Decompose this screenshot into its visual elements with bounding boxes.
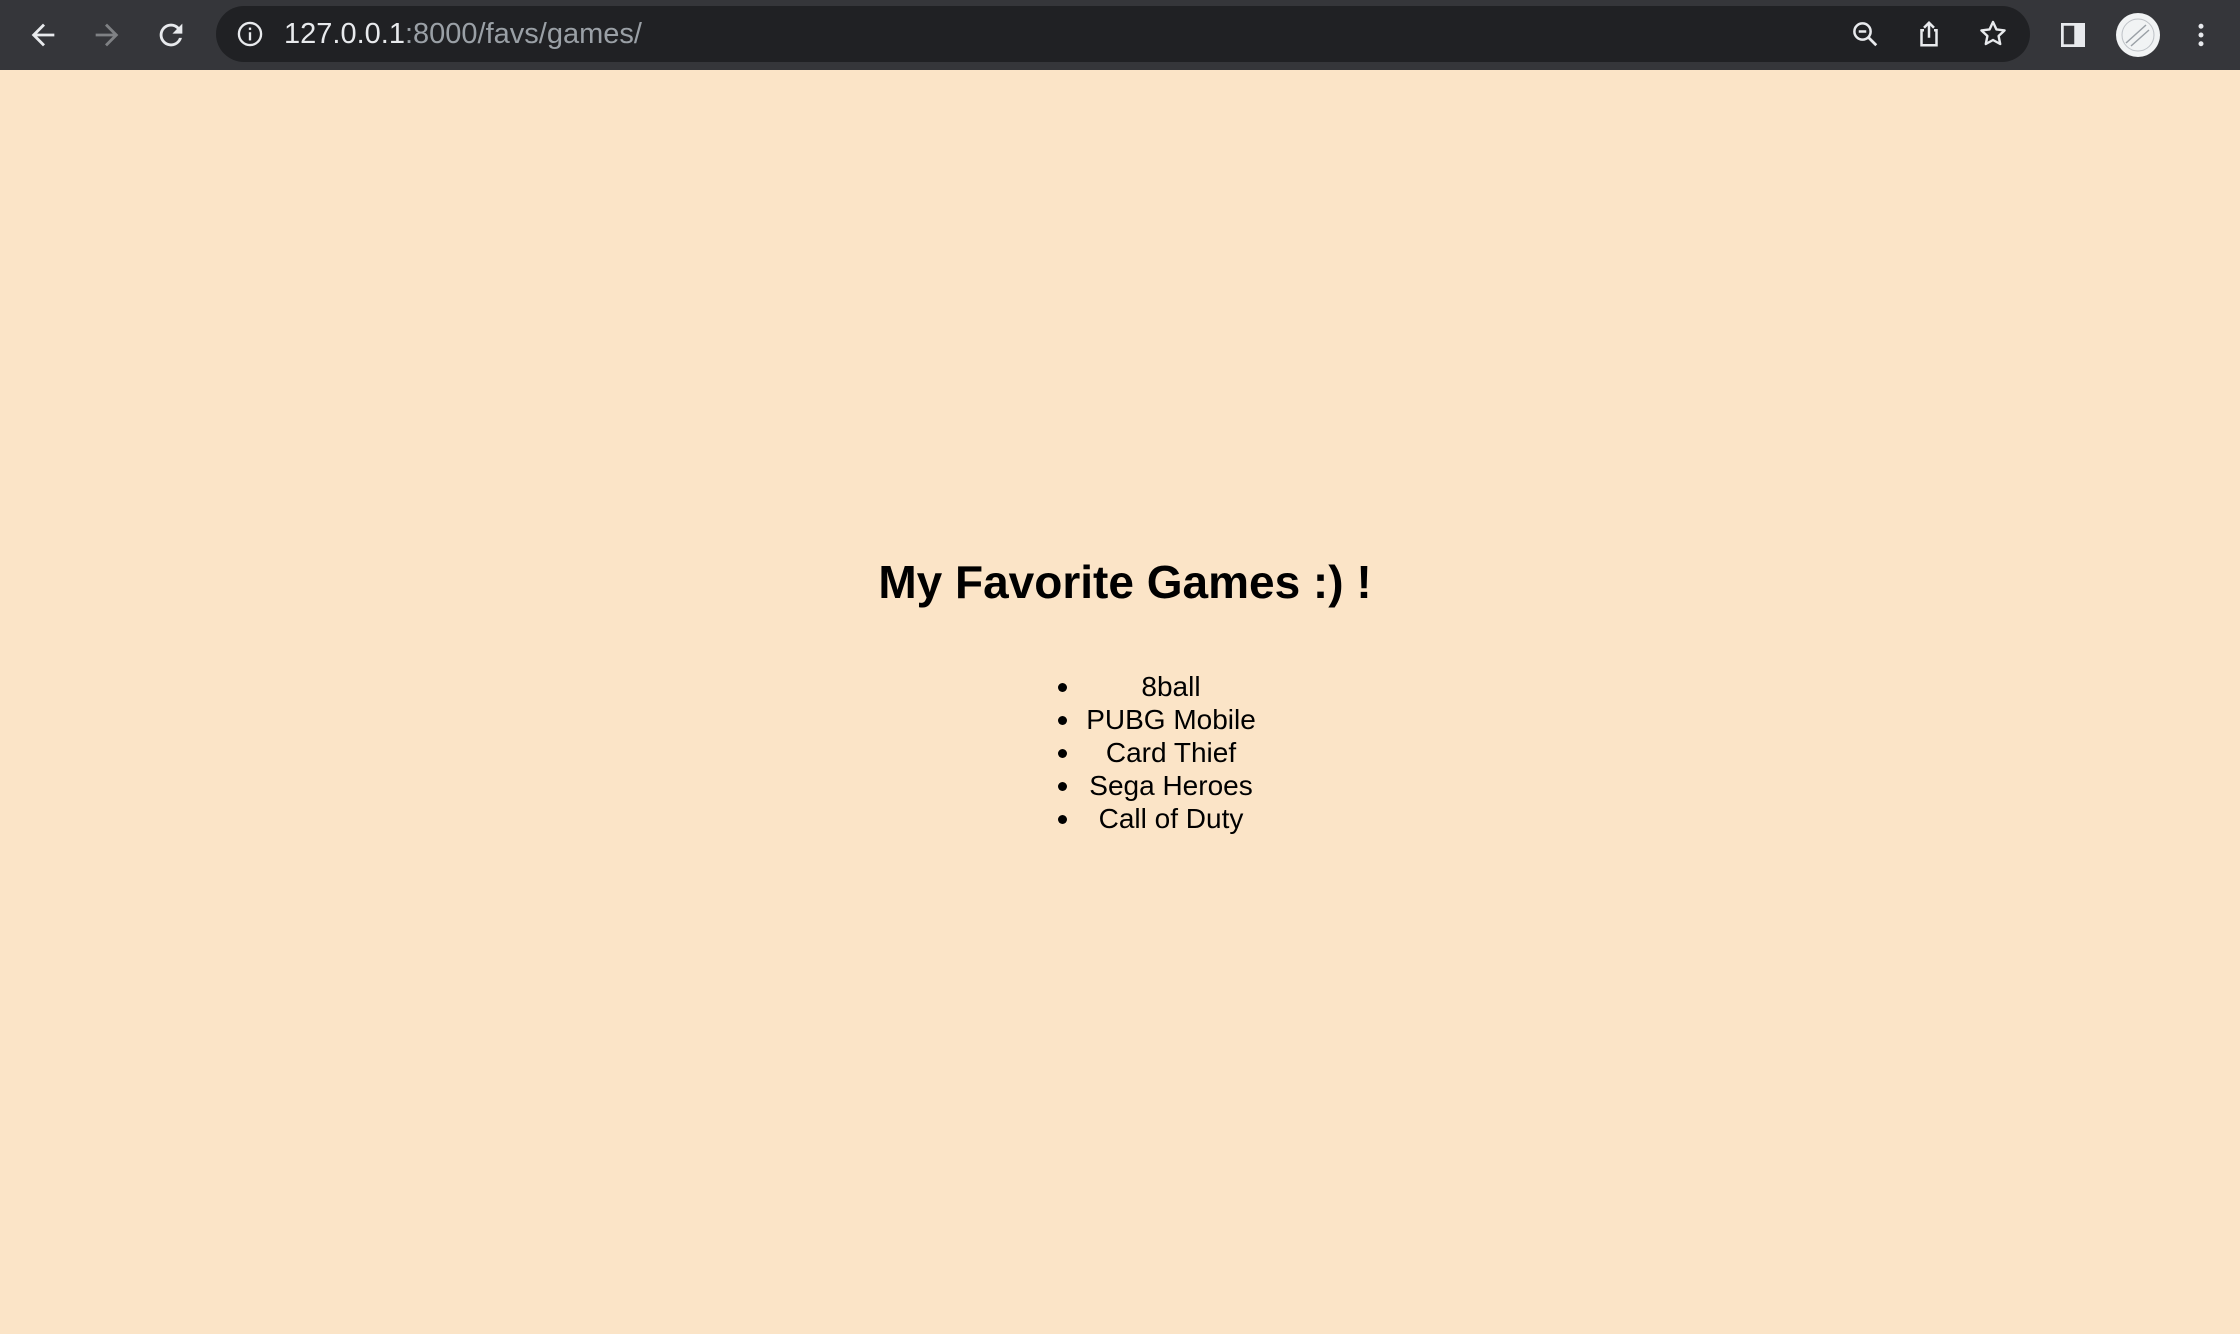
list-item: Sega Heroes [1058, 769, 1258, 802]
game-name: 8ball [1141, 671, 1201, 702]
page-title: My Favorite Games :) ! [878, 556, 1372, 608]
page-content: My Favorite Games :) ! 8ball PUBG Mobile C… [0, 70, 2240, 1334]
side-panel-icon [2061, 23, 2085, 47]
game-name: Call of Duty [1098, 803, 1244, 834]
profile-avatar[interactable] [2116, 13, 2160, 57]
list-item: Call of Duty [1058, 802, 1258, 835]
reload-button[interactable] [146, 10, 196, 60]
site-info-icon[interactable] [236, 20, 264, 48]
bullet-icon [1058, 782, 1067, 791]
share-icon [1920, 20, 1938, 47]
profile-icon [2117, 14, 2159, 56]
list-item: 8ball [1058, 670, 1258, 703]
browser-toolbar: 127.0.0.1:8000/favs/games/ [0, 0, 2240, 70]
share-button[interactable] [1910, 15, 1948, 53]
forward-icon [95, 23, 119, 47]
list-item: Card Thief [1058, 736, 1258, 769]
zoom-icon [1853, 22, 1878, 47]
bullet-icon [1058, 815, 1067, 824]
bullet-icon [1058, 749, 1067, 758]
games-list: 8ball PUBG Mobile Card Thief Sega Heroes Cal… [1058, 670, 1258, 835]
forward-button[interactable] [82, 10, 132, 60]
url-path: :8000/favs/games/ [404, 18, 642, 50]
reload-icon [159, 23, 183, 47]
bookmark-star-icon [1980, 20, 2006, 46]
game-name: Card Thief [1105, 737, 1237, 768]
game-name: Sega Heroes [1089, 770, 1253, 801]
chrome-menu-button[interactable] [2176, 10, 2226, 60]
game-name: PUBG Mobile [1086, 704, 1256, 735]
back-icon [31, 23, 55, 47]
address-bar[interactable]: 127.0.0.1:8000/favs/games/ [216, 6, 2030, 62]
list-item: PUBG Mobile [1058, 703, 1258, 736]
zoom-button[interactable] [1846, 15, 1884, 53]
url-host: 127.0.0.1 [284, 18, 405, 50]
url-text[interactable]: 127.0.0.1:8000/favs/games/ [284, 6, 642, 62]
back-button[interactable] [18, 10, 68, 60]
bullet-icon [1058, 716, 1067, 725]
side-panel-button[interactable] [2048, 10, 2098, 60]
bookmark-button[interactable] [1974, 15, 2012, 53]
bullet-icon [1058, 683, 1067, 692]
menu-kebab-icon [2198, 23, 2204, 47]
